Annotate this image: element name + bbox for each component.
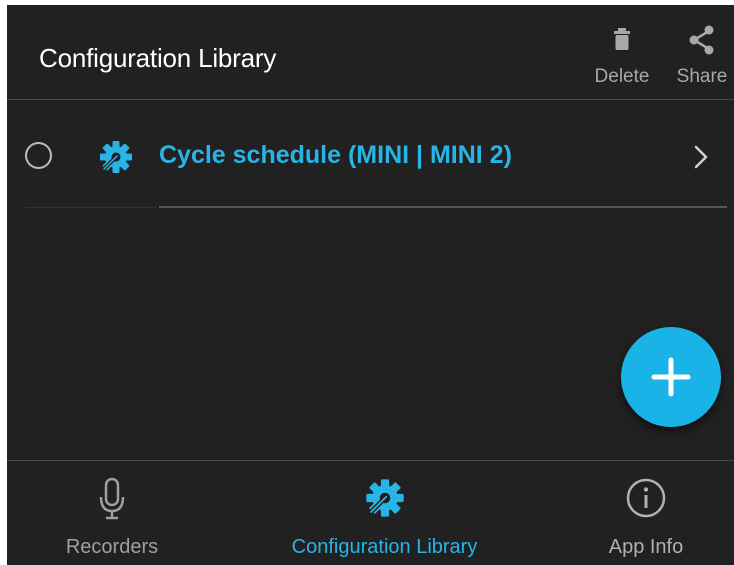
- tab-recorders[interactable]: Recorders: [47, 461, 177, 565]
- page-title: Configuration Library: [39, 43, 277, 73]
- tab-app-info[interactable]: App Info: [587, 461, 705, 565]
- top-app-bar: Configuration Library Delete Share: [7, 5, 734, 100]
- share-label: Share: [676, 66, 728, 87]
- add-configuration-button[interactable]: [621, 327, 721, 427]
- tab-configuration-library[interactable]: Configuration Library: [262, 461, 507, 565]
- share-icon: [689, 25, 714, 55]
- chevron-right-icon: [694, 145, 708, 169]
- app-screen: Configuration Library Delete Share Cycle…: [7, 5, 734, 565]
- divider: [159, 206, 727, 208]
- info-icon: [626, 478, 666, 518]
- delete-label: Delete: [594, 66, 650, 87]
- list-item-label: Cycle schedule (MINI | MINI 2): [159, 141, 512, 169]
- delete-button[interactable]: Delete: [587, 23, 657, 88]
- microphone-icon: [99, 477, 125, 520]
- bottom-navigation: Recorders Configuration Library App Info: [7, 460, 734, 565]
- tab-recorders-label: Recorders: [65, 536, 159, 558]
- gear-wrench-icon: [100, 141, 132, 173]
- divider: [25, 207, 157, 208]
- tab-configuration-library-label: Configuration Library: [291, 536, 478, 558]
- plus-icon: [651, 357, 691, 397]
- share-button[interactable]: Share: [667, 23, 734, 88]
- list-item[interactable]: Cycle schedule (MINI | MINI 2): [7, 105, 734, 209]
- gear-wrench-icon: [365, 479, 404, 517]
- tab-app-info-label: App Info: [608, 536, 684, 558]
- trash-icon: [614, 28, 630, 50]
- select-radio[interactable]: [25, 142, 52, 169]
